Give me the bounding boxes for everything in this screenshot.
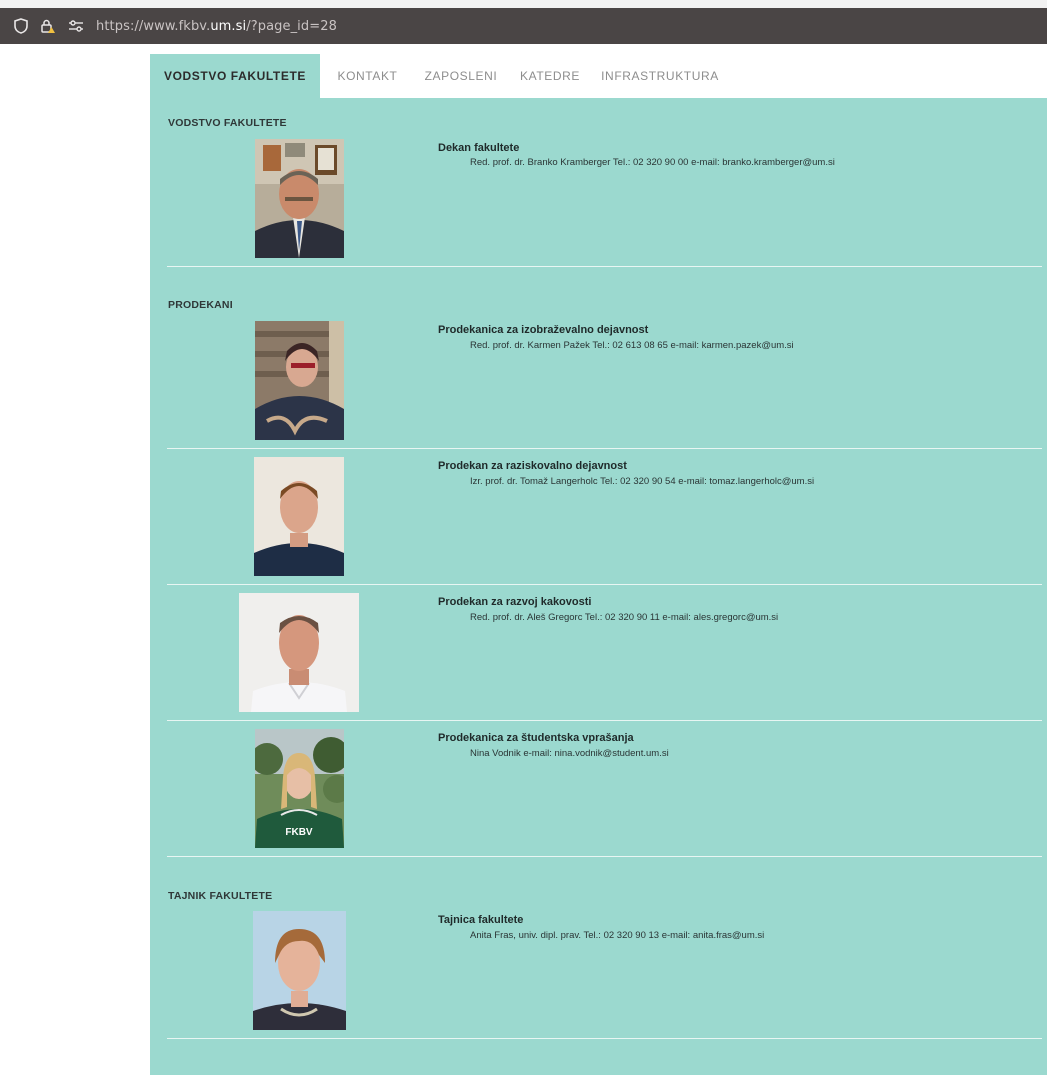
section-heading-prodekani: PRODEKANI xyxy=(168,299,233,311)
role-vice-dean-research: Prodekan za raziskovalno dejavnost xyxy=(438,460,627,472)
permissions-icon[interactable] xyxy=(68,20,84,32)
url-text[interactable]: https://www.fkbv.um.si/?page_id=28 xyxy=(96,19,337,34)
tab-bar: VODSTVO FAKULTETE KONTAKT ZAPOSLENI KATE… xyxy=(150,54,1047,98)
divider xyxy=(167,448,1042,449)
contact-vice-dean-research: Izr. prof. dr. Tomaž Langerholc Tel.: 02… xyxy=(470,476,815,487)
contact-secretary: Anita Fras, univ. dipl. prav. Tel.: 02 3… xyxy=(470,930,765,941)
tab-zaposleni[interactable]: ZAPOSLENI xyxy=(415,54,507,98)
role-dean: Dekan fakultete xyxy=(438,142,520,154)
role-vice-dean-quality: Prodekan za razvoj kakovosti xyxy=(438,596,592,608)
shield-icon[interactable] xyxy=(14,18,28,34)
section-heading-tajnik: TAJNIK FAKULTETE xyxy=(168,890,273,902)
photo-vice-dean-education xyxy=(255,321,344,440)
role-secretary: Tajnica fakultete xyxy=(438,914,524,926)
contact-vice-dean-quality: Red. prof. dr. Aleš Gregorc Tel.: 02 320… xyxy=(470,612,779,623)
tab-katedre[interactable]: KATEDRE xyxy=(507,54,593,98)
role-vice-dean-education: Prodekanica za izobraževalno dejavnost xyxy=(438,324,649,336)
tab-vodstvo-fakultete[interactable]: VODSTVO FAKULTETE xyxy=(150,54,320,98)
photo-dean xyxy=(255,139,344,258)
contact-dean: Red. prof. dr. Branko Kramberger Tel.: 0… xyxy=(470,157,835,168)
section-heading-vodstvo: VODSTVO FAKULTETE xyxy=(168,117,287,129)
url-host: um.si xyxy=(210,18,247,34)
divider xyxy=(167,720,1042,721)
photo-vice-dean-quality xyxy=(239,593,359,712)
content-panel: VODSTVO FAKULTETE KONTAKT ZAPOSLENI KATE… xyxy=(150,54,1047,1075)
lock-warning-icon[interactable] xyxy=(40,18,56,34)
role-vice-dean-students: Prodekanica za študentska vprašanja xyxy=(438,732,634,744)
tab-kontakt[interactable]: KONTAKT xyxy=(320,54,415,98)
divider xyxy=(167,584,1042,585)
divider xyxy=(167,1038,1042,1039)
url-prefix: https://www.fkbv. xyxy=(96,18,211,34)
shirt-logo-text: FKBV xyxy=(285,827,313,838)
contact-vice-dean-education: Red. prof. dr. Karmen Pažek Tel.: 02 613… xyxy=(470,340,794,351)
divider xyxy=(167,266,1042,267)
browser-toolbar: https://www.fkbv.um.si/?page_id=28 xyxy=(0,0,1047,44)
url-suffix: /?page_id=28 xyxy=(246,18,337,34)
photo-vice-dean-research xyxy=(254,457,344,576)
contact-vice-dean-students: Nina Vodnik e-mail: nina.vodnik@student.… xyxy=(470,748,669,759)
photo-secretary xyxy=(253,911,346,1030)
tab-infrastruktura[interactable]: INFRASTRUKTURA xyxy=(593,54,727,98)
address-bar[interactable]: https://www.fkbv.um.si/?page_id=28 xyxy=(0,8,1047,44)
photo-vice-dean-students: FKBV xyxy=(255,729,344,848)
divider xyxy=(167,856,1042,857)
